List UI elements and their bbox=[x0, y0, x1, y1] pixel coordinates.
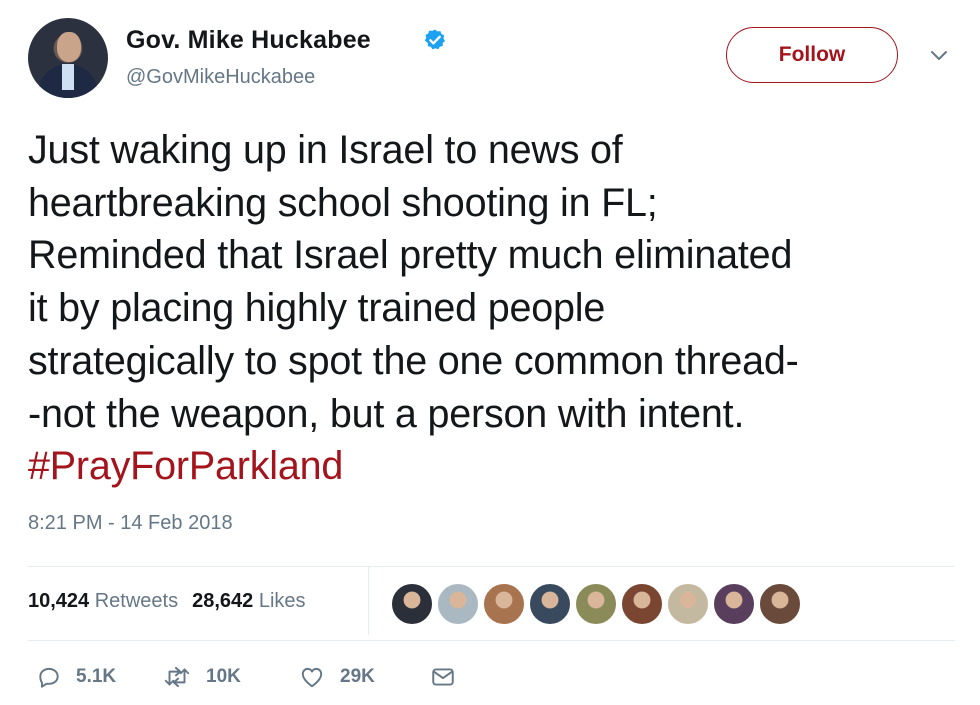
divider-bottom bbox=[28, 640, 955, 641]
heart-icon bbox=[301, 667, 323, 688]
like-action[interactable]: 29K bbox=[298, 664, 375, 690]
tweet-line: heartbreaking school shooting in FL; bbox=[28, 180, 658, 225]
liker-avatar-8[interactable] bbox=[712, 582, 756, 626]
reply-action[interactable]: 5.1K bbox=[36, 664, 116, 690]
liker-avatar-6[interactable] bbox=[620, 582, 664, 626]
reply-count: 5.1K bbox=[76, 666, 117, 687]
reply-icon bbox=[39, 667, 59, 688]
divider-top bbox=[28, 566, 955, 567]
retweet-count: 10K bbox=[206, 666, 241, 687]
liker-avatar-1[interactable] bbox=[390, 582, 434, 626]
liker-avatar-9[interactable] bbox=[758, 582, 802, 626]
liker-avatar-5[interactable] bbox=[574, 582, 618, 626]
tweet-line: Reminded that Israel pretty much elimina… bbox=[28, 233, 793, 278]
liker-avatar-2[interactable] bbox=[436, 582, 480, 626]
liker-avatar-7[interactable] bbox=[666, 582, 710, 626]
likes-label: Likes bbox=[258, 590, 306, 612]
retweet-icon bbox=[164, 666, 190, 688]
likes-count: 28,642 bbox=[192, 590, 254, 612]
direct-message-action[interactable] bbox=[430, 664, 470, 690]
likes-stat[interactable]: 28,642 Likes bbox=[192, 590, 305, 612]
retweets-count: 10,424 bbox=[28, 590, 90, 612]
tweet-text: Just waking up in Israel to news of hear… bbox=[28, 124, 963, 493]
author-avatar[interactable] bbox=[28, 18, 108, 98]
engagement-stats: 10,424 Retweets 28,642 Likes bbox=[28, 590, 306, 613]
envelope-icon bbox=[432, 668, 454, 686]
retweet-action[interactable]: 10K bbox=[162, 664, 241, 690]
hashtag-link[interactable]: #PrayForParkland bbox=[28, 440, 963, 493]
avatar-face bbox=[57, 32, 81, 62]
tweet-line: it by placing highly trained people bbox=[28, 286, 606, 331]
avatar-shirt bbox=[62, 64, 74, 90]
stats-separator bbox=[368, 567, 369, 635]
liker-avatar-3[interactable] bbox=[482, 582, 526, 626]
verified-badge-icon bbox=[424, 29, 445, 50]
follow-button[interactable]: Follow bbox=[726, 27, 898, 83]
tweet-line: strategically to spot the one common thr… bbox=[28, 338, 799, 383]
author-handle[interactable]: @GovMikeHuckabee bbox=[126, 66, 315, 89]
author-name[interactable]: Gov. Mike Huckabee bbox=[126, 26, 371, 55]
retweets-stat[interactable]: 10,424 Retweets bbox=[28, 590, 178, 612]
chevron-down-icon[interactable] bbox=[928, 48, 950, 62]
tweet-line: -not the weapon, but a person with inten… bbox=[28, 391, 745, 436]
like-count: 29K bbox=[340, 666, 375, 687]
liker-avatar-4[interactable] bbox=[528, 582, 572, 626]
tweet-timestamp[interactable]: 8:21 PM - 14 Feb 2018 bbox=[28, 512, 233, 535]
tweet-line: Just waking up in Israel to news of bbox=[28, 128, 623, 172]
retweets-label: Retweets bbox=[94, 590, 179, 612]
